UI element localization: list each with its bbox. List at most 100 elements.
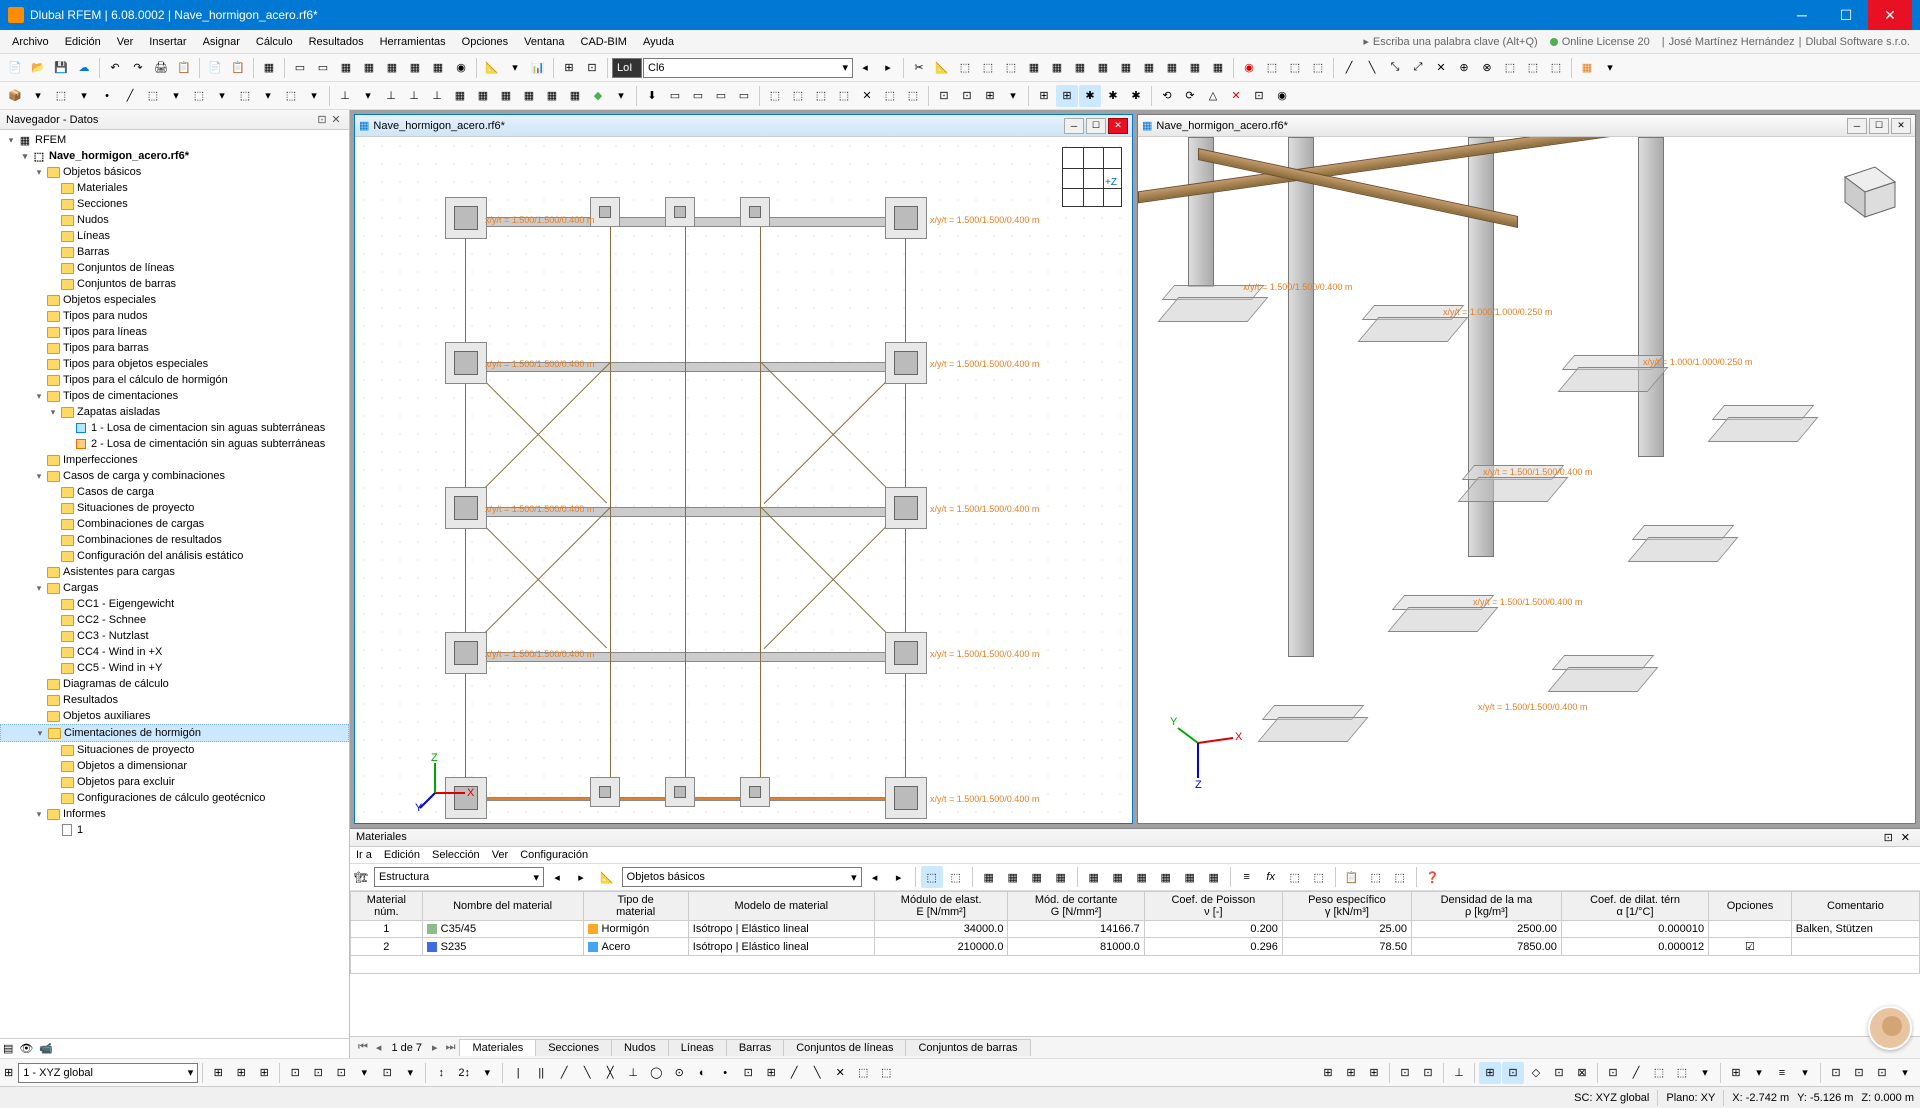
bt-v[interactable]: • (714, 1062, 736, 1084)
t2-az[interactable]: ✕ (1225, 85, 1247, 107)
bt-s[interactable]: ◯ (645, 1062, 667, 1084)
tb-m[interactable]: ▦ (1184, 57, 1206, 79)
bt-ar[interactable]: ⬚ (1671, 1062, 1693, 1084)
bt-ae[interactable]: ⊞ (1340, 1062, 1362, 1084)
t2-y[interactable]: ▦ (564, 85, 586, 107)
t2-al[interactable]: ⬚ (879, 85, 901, 107)
pt-a[interactable]: ⬚ (921, 866, 943, 888)
bt-ak[interactable]: ⊡ (1502, 1062, 1524, 1084)
tree-node[interactable]: Materiales (0, 180, 349, 196)
view8-button[interactable]: ◉ (450, 57, 472, 79)
menu-resultados[interactable]: Resultados (301, 33, 372, 51)
tb-c[interactable]: ⬚ (954, 57, 976, 79)
view4-button[interactable]: ▦ (358, 57, 380, 79)
tree-node[interactable]: Configuración del análisis estático (0, 548, 349, 564)
menu-herramientas[interactable]: Herramientas (372, 33, 454, 51)
tree-node[interactable]: Objetos auxiliares (0, 708, 349, 724)
bt-aa[interactable]: ✕ (829, 1062, 851, 1084)
tb-y[interactable]: ⊗ (1476, 57, 1498, 79)
tree-node[interactable]: ▾Casos de carga y combinaciones (0, 468, 349, 484)
tb-aa[interactable]: ⬚ (1522, 57, 1544, 79)
panel-prev2[interactable]: ◂ (864, 866, 886, 888)
tb-v[interactable]: ⤢ (1407, 57, 1429, 79)
tab-conjuntos de líneas[interactable]: Conjuntos de líneas (783, 1039, 906, 1056)
snap-button[interactable]: ⊡ (581, 57, 603, 79)
t2-ah[interactable]: ⬚ (787, 85, 809, 107)
bt-ax[interactable]: ⊡ (1825, 1062, 1847, 1084)
bt-w[interactable]: ⊡ (737, 1062, 759, 1084)
panel-next2[interactable]: ▸ (888, 866, 910, 888)
panel-pin-button[interactable]: ⊡ (1880, 831, 1897, 844)
bt-ag[interactable]: ⊡ (1394, 1062, 1416, 1084)
bt-b[interactable]: ⊞ (230, 1062, 252, 1084)
t2-ar[interactable]: ⊞ (1033, 85, 1055, 107)
t2-ag[interactable]: ⬚ (764, 85, 786, 107)
panel-menu-selección[interactable]: Selección (432, 849, 480, 861)
tb-p[interactable]: ⬚ (1261, 57, 1283, 79)
tree-node[interactable]: Tipos para el cálculo de hormigón (0, 372, 349, 388)
tb-i[interactable]: ▦ (1092, 57, 1114, 79)
t2-n[interactable]: ▾ (303, 85, 325, 107)
bt-at[interactable]: ⊞ (1725, 1062, 1747, 1084)
tree-node[interactable]: Casos de carga (0, 484, 349, 500)
bt-ab[interactable]: ⬚ (852, 1062, 874, 1084)
tree-node[interactable]: Configuraciones de cálculo geotécnico (0, 790, 349, 806)
panel-menu-ver[interactable]: Ver (492, 849, 509, 861)
tree-node[interactable]: Diagramas de cálculo (0, 676, 349, 692)
pt-k[interactable]: ▦ (1179, 866, 1201, 888)
case-combo[interactable]: Cl6▾ (643, 58, 853, 78)
t2-as[interactable]: ⊞ (1056, 85, 1078, 107)
t2-z[interactable]: ◆ (587, 85, 609, 107)
bt-a[interactable]: ⊞ (207, 1062, 229, 1084)
tree-node[interactable]: Imperfecciones (0, 452, 349, 468)
tb-n[interactable]: ▦ (1207, 57, 1229, 79)
pt-m[interactable]: ≡ (1236, 866, 1258, 888)
save-button[interactable]: 💾 (50, 57, 72, 79)
tab-conjuntos de barras[interactable]: Conjuntos de barras (905, 1039, 1030, 1056)
materials-table[interactable]: Materialnúm.Nombre del materialTipo dema… (350, 891, 1920, 1036)
view5-button[interactable]: ▦ (381, 57, 403, 79)
tb-l[interactable]: ▦ (1161, 57, 1183, 79)
view7-button[interactable]: ▦ (427, 57, 449, 79)
bt-o[interactable]: ╱ (553, 1062, 575, 1084)
next-case-button[interactable]: ▸ (877, 57, 899, 79)
tab-last[interactable]: ⏭ (442, 1041, 460, 1054)
tb-r[interactable]: ⬚ (1307, 57, 1329, 79)
undo-button[interactable]: ↶ (104, 57, 126, 79)
bt-ah[interactable]: ⊡ (1417, 1062, 1439, 1084)
tab-líneas[interactable]: Líneas (668, 1039, 727, 1056)
tb-a[interactable]: ✂ (908, 57, 930, 79)
tree-node[interactable]: Objetos para excluir (0, 774, 349, 790)
bt-c[interactable]: ⊞ (253, 1062, 275, 1084)
t2-ak[interactable]: ✕ (856, 85, 878, 107)
tree-node[interactable]: 2 - Losa de cimentación sin aguas subter… (0, 436, 349, 452)
t2-o[interactable]: ⊥ (334, 85, 356, 107)
tree-node[interactable]: Tipos para nudos (0, 308, 349, 324)
view2-button[interactable]: ▭ (312, 57, 334, 79)
tree-node[interactable]: 1 (0, 822, 349, 838)
bt-z[interactable]: ╲ (806, 1062, 828, 1084)
tb-d[interactable]: ⬚ (977, 57, 999, 79)
bt-d[interactable]: ⊡ (284, 1062, 306, 1084)
menu-ver[interactable]: Ver (109, 33, 142, 51)
tree-node[interactable]: Conjuntos de barras (0, 276, 349, 292)
view6-button[interactable]: ▦ (404, 57, 426, 79)
t2-l[interactable]: ▾ (257, 85, 279, 107)
tb-ac[interactable]: ▦ (1576, 57, 1598, 79)
bt-k[interactable]: 2↕ (453, 1062, 475, 1084)
paste-button[interactable]: 📋 (227, 57, 249, 79)
bt-i[interactable]: ▾ (399, 1062, 421, 1084)
col-header[interactable]: Comentario (1791, 892, 1919, 921)
bt-af[interactable]: ⊞ (1363, 1062, 1385, 1084)
t2-g[interactable]: ⬚ (142, 85, 164, 107)
menu-cálculo[interactable]: Cálculo (248, 33, 301, 51)
view-close-button[interactable]: ✕ (1108, 118, 1128, 134)
loi-combo[interactable]: LoI (612, 58, 642, 78)
t2-q[interactable]: ⊥ (380, 85, 402, 107)
bt-ad[interactable]: ⊞ (1317, 1062, 1339, 1084)
t2-ab[interactable]: ⬇ (641, 85, 663, 107)
pt-o[interactable]: ⬚ (1284, 866, 1306, 888)
panel-menu-configuración[interactable]: Configuración (520, 849, 588, 861)
t2-i[interactable]: ⬚ (188, 85, 210, 107)
tree-model[interactable]: ▾⬚Nave_hormigon_acero.rf6* (0, 148, 349, 164)
